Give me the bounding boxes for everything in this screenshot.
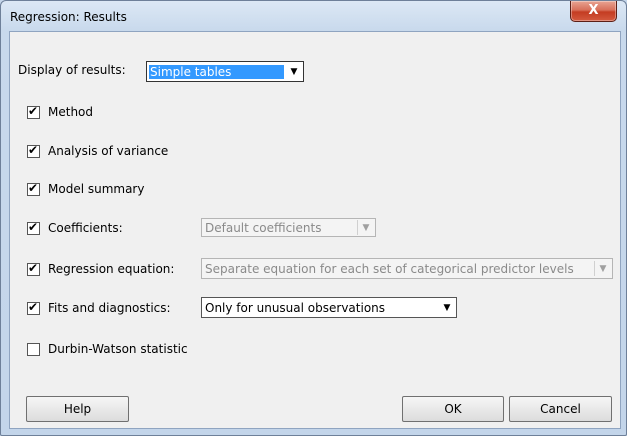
chevron-down-icon: ▼ — [290, 66, 298, 77]
title-bar: Regression: Results X — [1, 1, 626, 31]
chevron-down-icon: ▼ — [357, 220, 374, 235]
durbin-watson-label: Durbin-Watson statistic — [48, 342, 188, 356]
regression-equation-option[interactable]: ✔ Regression equation: — [27, 260, 175, 276]
fits-value: Only for unusual observations — [205, 300, 386, 315]
method-option[interactable]: ✔ Method — [27, 103, 94, 119]
anova-option[interactable]: ✔ Analysis of variance — [27, 142, 169, 158]
coefficients-checkbox[interactable]: ✔ — [27, 219, 40, 235]
fits-checkbox[interactable]: ✔ — [27, 299, 40, 315]
fits-label: Fits and diagnostics: — [48, 301, 171, 315]
display-results-label: Display of results: — [18, 63, 126, 77]
display-results-value: Simple tables — [149, 64, 284, 79]
fits-option[interactable]: ✔ Fits and diagnostics: — [27, 299, 171, 315]
close-button[interactable]: X — [570, 1, 617, 22]
regression-equation-label: Regression equation: — [48, 262, 175, 276]
dialog-window: Regression: Results X Display of results… — [0, 0, 627, 436]
anova-label: Analysis of variance — [48, 144, 169, 158]
regression-equation-select[interactable]: Separate equation for each set of catego… — [201, 258, 613, 279]
model-summary-label: Model summary — [48, 182, 145, 196]
chevron-down-icon: ▼ — [594, 261, 611, 276]
display-results-row: Display of results: — [18, 63, 126, 77]
close-icon: X — [588, 3, 599, 18]
coefficients-select[interactable]: Default coefficients ▼ — [201, 218, 376, 237]
display-results-select[interactable]: Simple tables ▼ — [146, 61, 304, 82]
anova-checkbox[interactable]: ✔ — [27, 142, 40, 158]
checkmark-icon: ✔ — [28, 260, 39, 275]
window-title: Regression: Results — [10, 10, 127, 24]
model-summary-checkbox[interactable]: ✔ — [27, 180, 40, 196]
chevron-down-icon: ▼ — [443, 302, 451, 313]
checkmark-icon: ✔ — [28, 219, 39, 234]
cancel-button[interactable]: Cancel — [509, 396, 612, 422]
ok-button[interactable]: OK — [402, 396, 504, 422]
method-label: Method — [48, 105, 94, 119]
regression-equation-checkbox[interactable]: ✔ — [27, 260, 40, 276]
coefficients-label: Coefficients: — [48, 221, 123, 235]
checkmark-icon: ✔ — [28, 299, 39, 314]
coefficients-option[interactable]: ✔ Coefficients: — [27, 219, 123, 235]
checkmark-icon: ✔ — [28, 180, 39, 195]
durbin-watson-checkbox[interactable] — [27, 342, 40, 356]
dialog-body: Display of results: Simple tables ▼ ✔ Me… — [9, 31, 621, 429]
fits-select[interactable]: Only for unusual observations ▼ — [201, 297, 457, 318]
checkmark-icon: ✔ — [28, 103, 39, 118]
coefficients-value: Default coefficients — [205, 220, 322, 235]
checkmark-icon: ✔ — [28, 142, 39, 157]
regression-equation-value: Separate equation for each set of catego… — [205, 261, 574, 276]
model-summary-option[interactable]: ✔ Model summary — [27, 180, 145, 196]
durbin-watson-option[interactable]: Durbin-Watson statistic — [27, 342, 188, 356]
method-checkbox[interactable]: ✔ — [27, 103, 40, 119]
help-button[interactable]: Help — [26, 396, 129, 422]
